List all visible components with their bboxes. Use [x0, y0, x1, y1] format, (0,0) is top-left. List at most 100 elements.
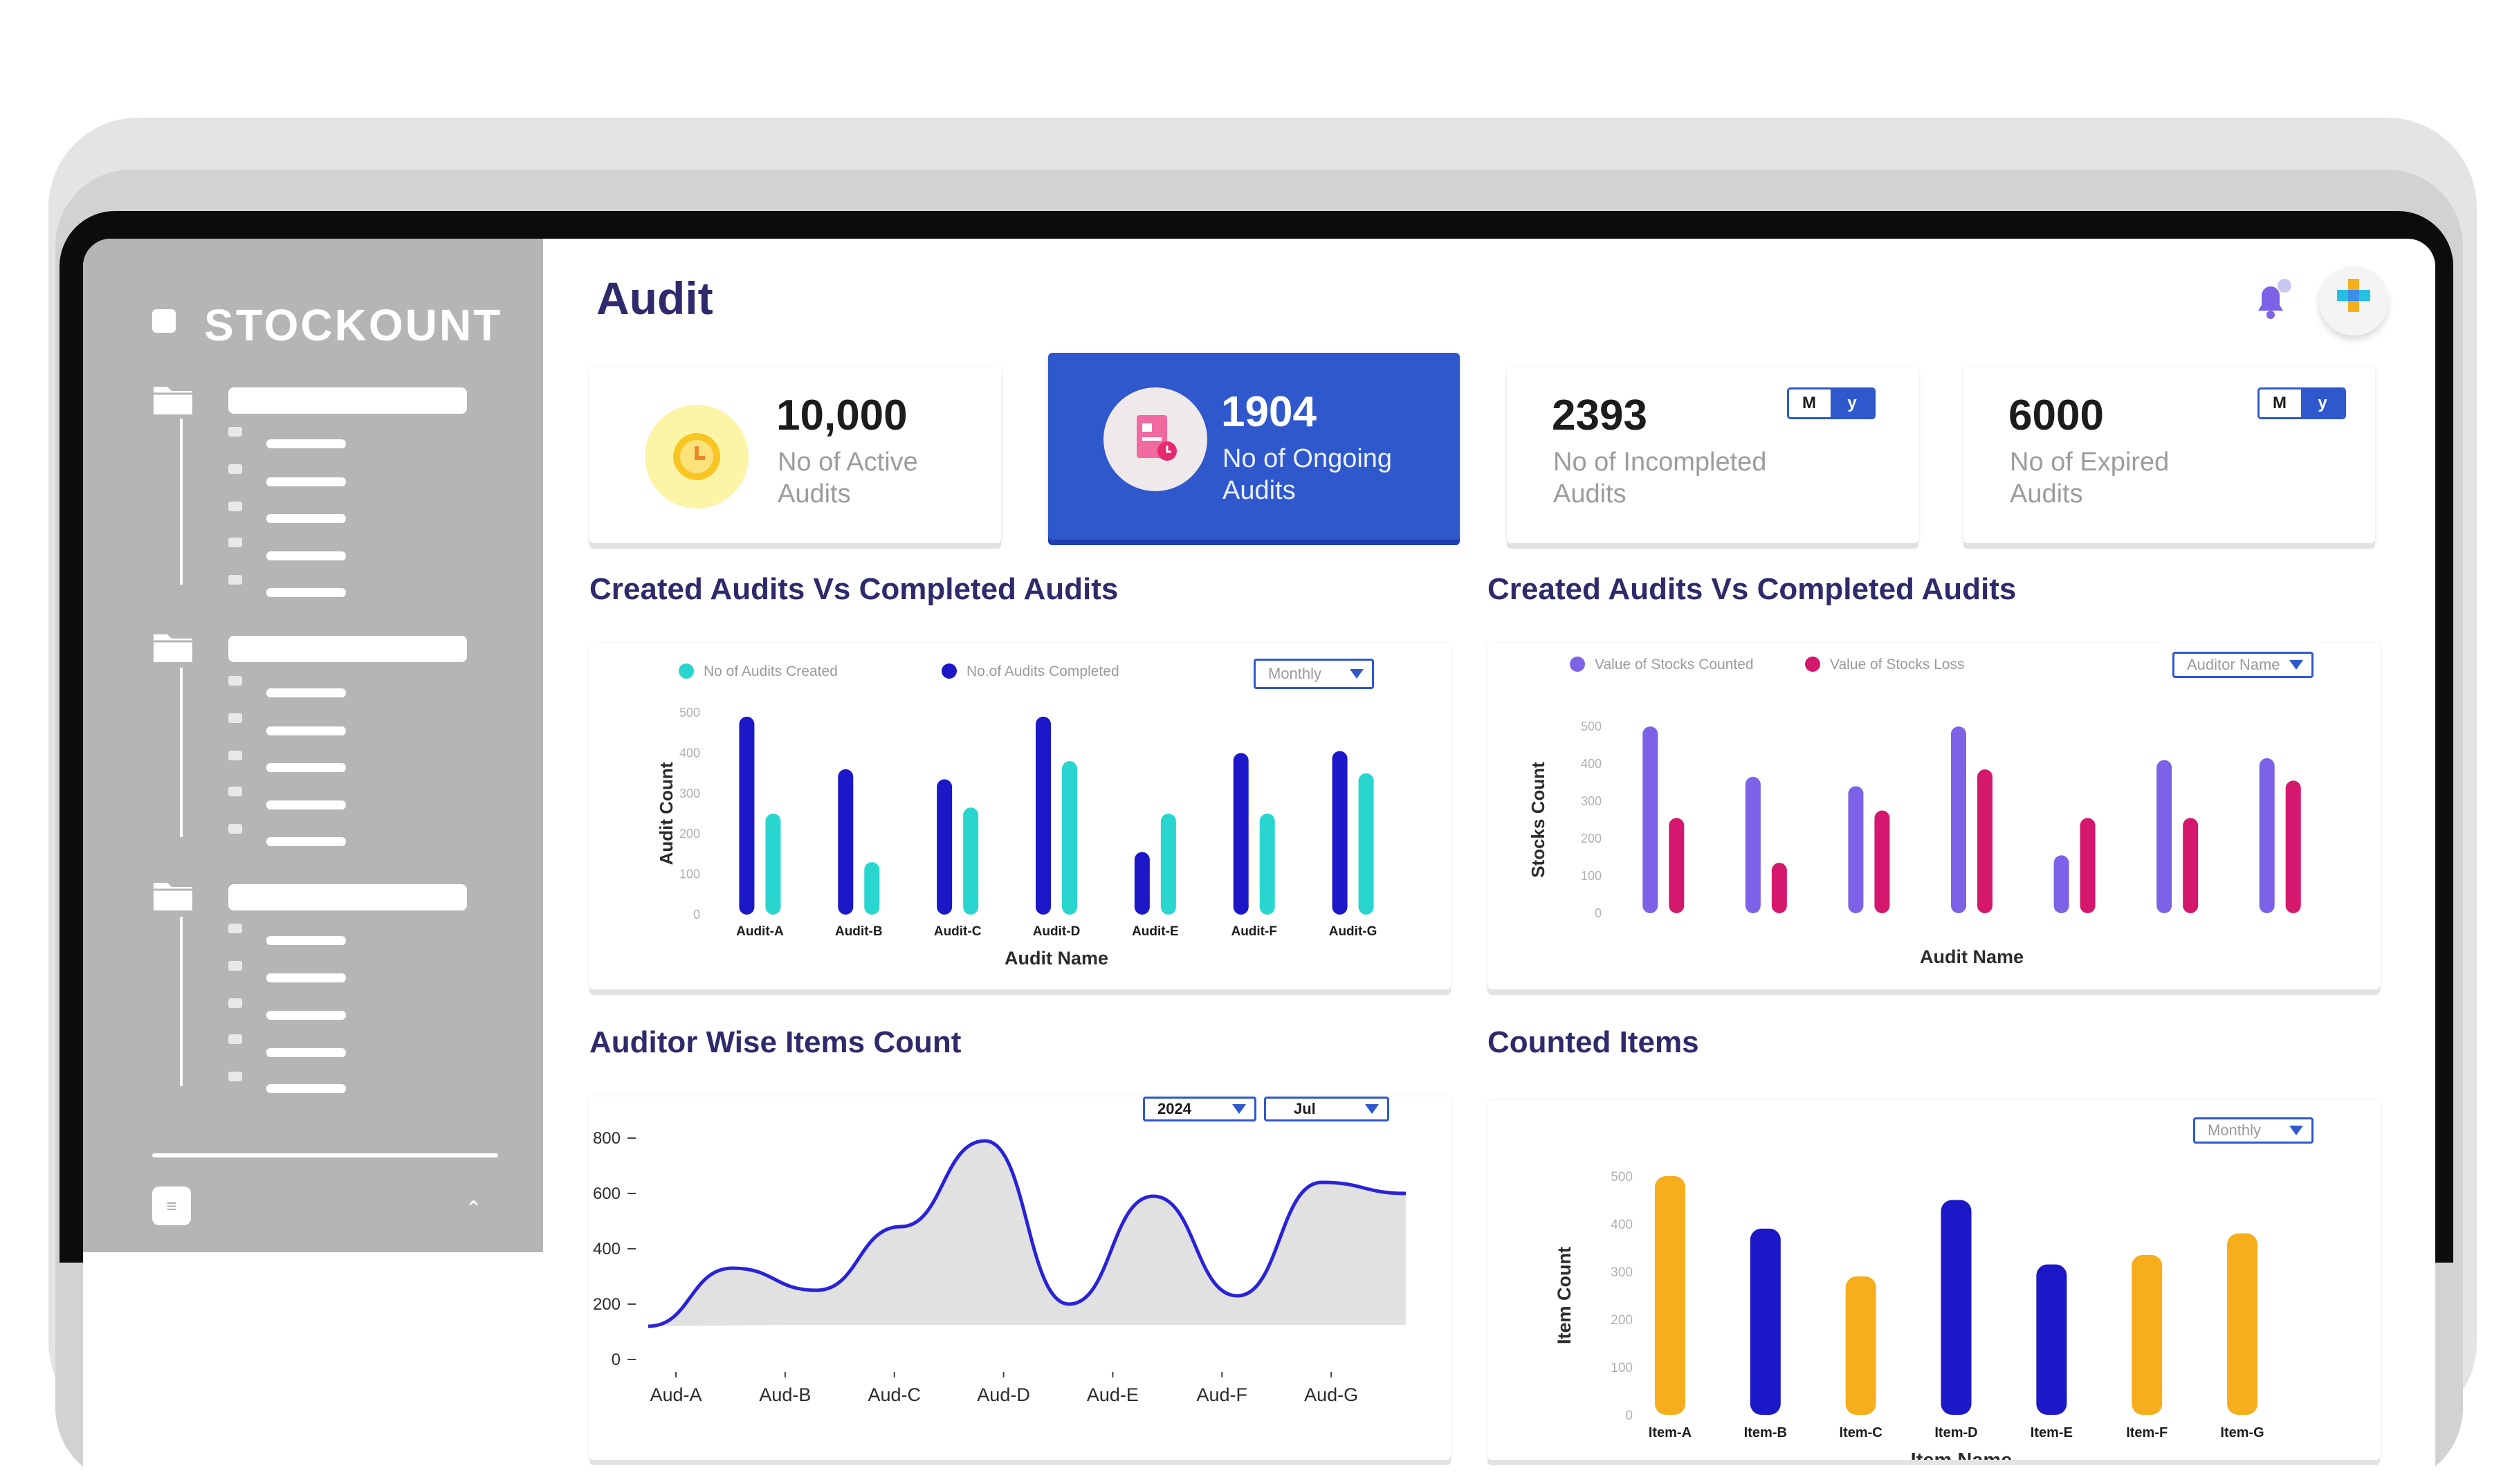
sidebar-divider — [152, 1153, 498, 1157]
bar — [1134, 852, 1150, 915]
stat-card-expired[interactable]: 6000 No of Expired Audits M y — [1963, 367, 2375, 543]
toggle-year[interactable]: y — [2301, 390, 2344, 417]
stat-value: 10,000 — [776, 392, 908, 439]
bar — [838, 769, 854, 915]
year-dropdown[interactable]: 2024 — [1143, 1097, 1256, 1121]
bar — [1259, 814, 1275, 915]
document-icon[interactable]: ≡ — [152, 1187, 191, 1225]
sidebar-subitem[interactable] — [266, 837, 346, 846]
chevron-down-icon — [2289, 1126, 2303, 1135]
chevron-down-icon — [1350, 669, 1364, 679]
bar — [1745, 776, 1761, 913]
bar — [1977, 769, 1992, 913]
y-tick-label: 0 — [612, 1350, 621, 1369]
x-tick-label: Aud-F — [1197, 1384, 1248, 1405]
tree-tick — [228, 464, 242, 474]
x-tick-label: Aud-B — [759, 1384, 811, 1405]
tree-tick — [228, 824, 242, 834]
bar — [1750, 1228, 1781, 1415]
sidebar-group-2[interactable] — [228, 636, 467, 662]
toggle-month[interactable]: M — [1789, 390, 1829, 417]
y-tick-label: 200 — [679, 827, 700, 841]
clock-icon — [645, 405, 749, 509]
section-title: Created Audits Vs Completed Audits — [589, 572, 1119, 606]
bar — [1845, 1276, 1876, 1415]
y-axis-label: Audit Count — [656, 762, 677, 865]
sidebar-subitem[interactable] — [266, 588, 346, 597]
section-title: Counted Items — [1487, 1025, 1699, 1059]
sidebar-subitem[interactable] — [266, 973, 346, 982]
y-axis-label: Item Count — [1554, 1247, 1575, 1344]
tree-tick — [228, 676, 242, 686]
dropdown-value: Jul — [1294, 1100, 1316, 1117]
sidebar-subitem[interactable] — [266, 688, 346, 697]
bar — [864, 862, 880, 915]
toggle-month[interactable]: M — [2260, 390, 2300, 417]
stat-card-active[interactable]: 10,000 No of Active Audits — [589, 367, 1001, 543]
stat-label: Audits — [1222, 476, 1296, 505]
sidebar-subitem[interactable] — [266, 551, 346, 560]
folder-icon[interactable] — [152, 630, 195, 663]
sidebar-subitem[interactable] — [266, 726, 346, 735]
legend-dot — [1570, 657, 1585, 672]
sidebar-group-1[interactable] — [228, 387, 467, 414]
period-dropdown[interactable]: Monthly — [1254, 659, 1374, 689]
folder-icon[interactable] — [152, 879, 195, 912]
y-tick-label: 400 — [1611, 1218, 1633, 1232]
tree-line — [180, 419, 183, 585]
page-title: Audit — [596, 273, 713, 324]
bar — [2156, 760, 2172, 913]
sidebar-subitem[interactable] — [266, 1048, 346, 1057]
y-tick-label: 200 — [1611, 1313, 1633, 1328]
bar — [2183, 818, 2199, 913]
stat-value: 2393 — [1552, 392, 1647, 439]
dropdown-value: Monthly — [2208, 1121, 2262, 1139]
bar — [1036, 716, 1051, 915]
sidebar: STOCKOUNT ≡ ⌃ — [83, 239, 543, 1252]
sidebar-subitem[interactable] — [266, 439, 346, 448]
x-tick-label: Audit-C — [934, 924, 982, 939]
legend-dot — [942, 663, 957, 679]
x-tick-label: Item-G — [2220, 1425, 2264, 1440]
y-tick-label: 300 — [1581, 794, 1602, 808]
tree-line — [180, 668, 183, 837]
x-tick-label: Audit-E — [1132, 924, 1179, 939]
bar — [1669, 818, 1685, 913]
x-tick-label: Audit-A — [736, 924, 784, 939]
bar — [1642, 726, 1658, 913]
bar — [937, 779, 953, 915]
month-year-toggle[interactable]: M y — [1787, 387, 1876, 419]
sidebar-subitem[interactable] — [266, 763, 346, 772]
stat-card-ongoing[interactable]: 1904 No of Ongoing Audits — [1048, 353, 1460, 540]
x-tick-label: Item-D — [1934, 1425, 1977, 1440]
sidebar-subitem[interactable] — [266, 1011, 346, 1020]
sidebar-subitem[interactable] — [266, 514, 346, 523]
month-year-toggle[interactable]: M y — [2257, 387, 2346, 419]
x-tick-label: Aud-G — [1304, 1384, 1358, 1405]
stat-card-incompleted[interactable]: 2393 No of Incompleted Audits M y — [1507, 367, 1918, 543]
sidebar-subitem[interactable] — [266, 800, 346, 809]
app-logo: STOCKOUNT — [204, 300, 503, 350]
collapse-icon[interactable]: ⌃ — [465, 1197, 482, 1221]
tree-tick — [228, 427, 242, 437]
y-tick-label: 200 — [1581, 832, 1602, 845]
x-tick-label: Item-B — [1744, 1425, 1787, 1440]
period-dropdown[interactable]: Monthly — [2193, 1117, 2314, 1144]
month-dropdown[interactable]: Jul — [1264, 1097, 1389, 1121]
sidebar-subitem[interactable] — [266, 1084, 346, 1093]
folder-icon[interactable] — [152, 383, 195, 416]
legend-label: Value of Stocks Loss — [1830, 657, 1965, 672]
chart-audits-svg: 0 100 200 300 400 500 Audit-A Audit-B Audit-C Aud… — [656, 663, 1377, 969]
toggle-year[interactable]: y — [1831, 390, 1874, 417]
avatar[interactable] — [2319, 266, 2388, 336]
x-tick-label: Audit-D — [1033, 924, 1081, 939]
dropdown-value: 2024 — [1157, 1100, 1191, 1117]
sidebar-group-3[interactable] — [228, 884, 467, 910]
chart-counted-svg: 0 100 200 300 400 500 Item-A Item-B Item-C Item-D… — [1554, 1170, 2264, 1460]
stat-value: 6000 — [2008, 392, 2104, 439]
sidebar-subitem[interactable] — [266, 936, 346, 945]
auditor-dropdown[interactable]: Auditor Name — [2172, 652, 2314, 678]
notification-bell-icon[interactable] — [2248, 275, 2297, 323]
sidebar-subitem[interactable] — [266, 477, 346, 486]
x-axis-label: Item Name — [1911, 1449, 2013, 1460]
